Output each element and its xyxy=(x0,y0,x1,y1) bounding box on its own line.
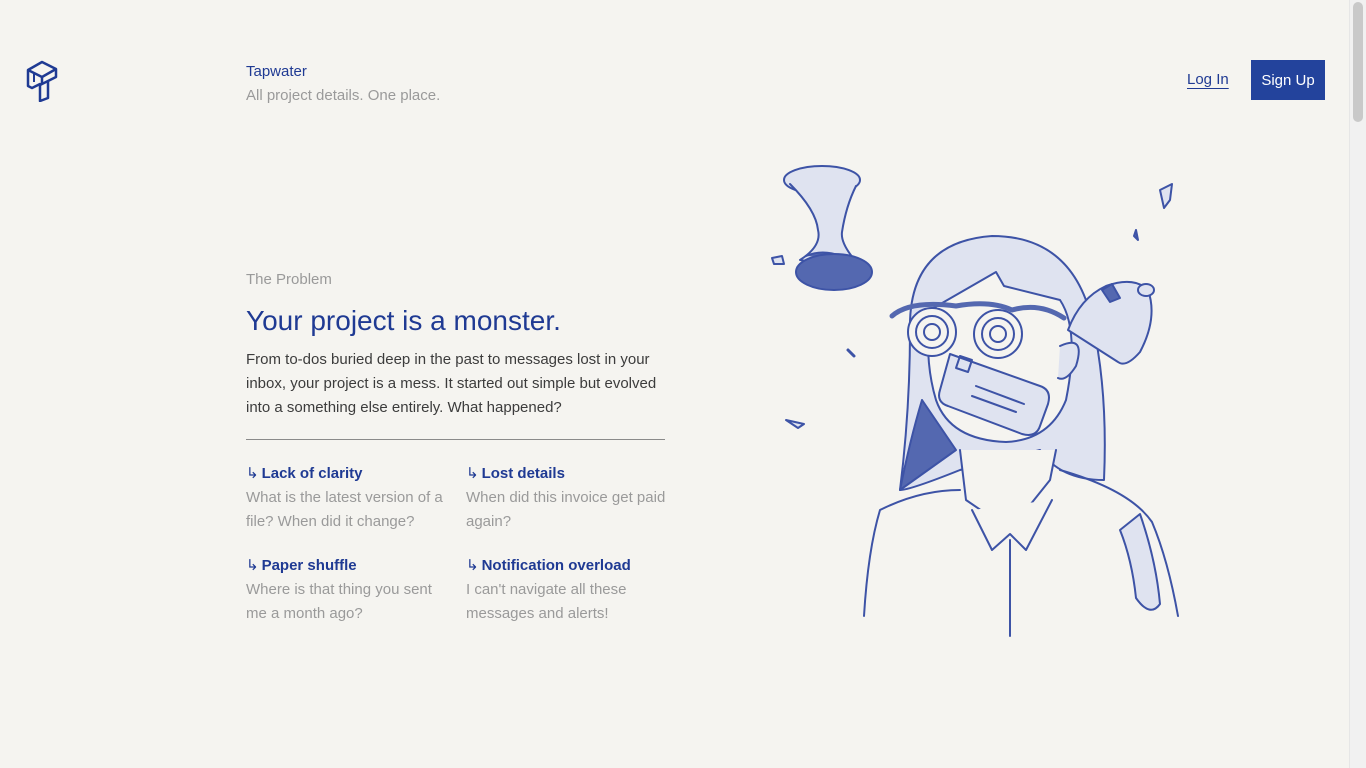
page-scrollbar[interactable] xyxy=(1349,0,1366,768)
problem-item-lost-details: ↳ Lost details When did this invoice get … xyxy=(466,462,671,534)
return-arrow-icon: ↳ xyxy=(246,465,259,482)
overwhelmed-person-illustration xyxy=(760,150,1200,640)
login-link[interactable]: Log In xyxy=(1187,70,1229,90)
brand-name[interactable]: Tapwater xyxy=(246,62,440,82)
return-arrow-icon: ↳ xyxy=(466,557,479,574)
problem-title-label: Paper shuffle xyxy=(261,557,357,574)
scrollbar-thumb[interactable] xyxy=(1353,2,1363,122)
hourglass-icon xyxy=(783,165,873,291)
page-headline: Your project is a monster. xyxy=(246,305,561,336)
return-arrow-icon: ↳ xyxy=(466,465,479,482)
problem-item-notification-overload: ↳ Notification overload I can't navigate … xyxy=(466,554,671,626)
divider xyxy=(246,439,665,440)
problem-description: Where is that thing you sent me a month … xyxy=(246,581,432,622)
return-arrow-icon: ↳ xyxy=(246,557,259,574)
problem-description: I can't navigate all these messages and … xyxy=(466,581,627,622)
section-eyebrow: The Problem xyxy=(246,271,332,288)
problem-item-lack-of-clarity: ↳ Lack of clarity What is the latest vers… xyxy=(246,462,451,534)
problem-description: When did this invoice get paid again? xyxy=(466,489,666,530)
hero-body-text: From to-dos buried deep in the past to m… xyxy=(246,351,657,416)
problem-title-label: Lack of clarity xyxy=(261,465,363,482)
problem-title[interactable]: ↳ Paper shuffle xyxy=(246,554,451,578)
problem-title[interactable]: ↳ Notification overload xyxy=(466,554,671,578)
problem-item-paper-shuffle: ↳ Paper shuffle Where is that thing you s… xyxy=(246,554,451,626)
brand-block: Tapwater All project details. One place. xyxy=(246,62,440,106)
problem-title-label: Notification overload xyxy=(481,557,631,574)
problem-title[interactable]: ↳ Lack of clarity xyxy=(246,462,451,486)
problem-title[interactable]: ↳ Lost details xyxy=(466,462,671,486)
brand-tagline: All project details. One place. xyxy=(246,87,441,104)
signup-button[interactable]: Sign Up xyxy=(1251,60,1325,100)
problem-description: What is the latest version of a file? Wh… xyxy=(246,489,443,530)
problem-title-label: Lost details xyxy=(481,465,565,482)
tapwater-logo-icon[interactable] xyxy=(24,58,60,103)
